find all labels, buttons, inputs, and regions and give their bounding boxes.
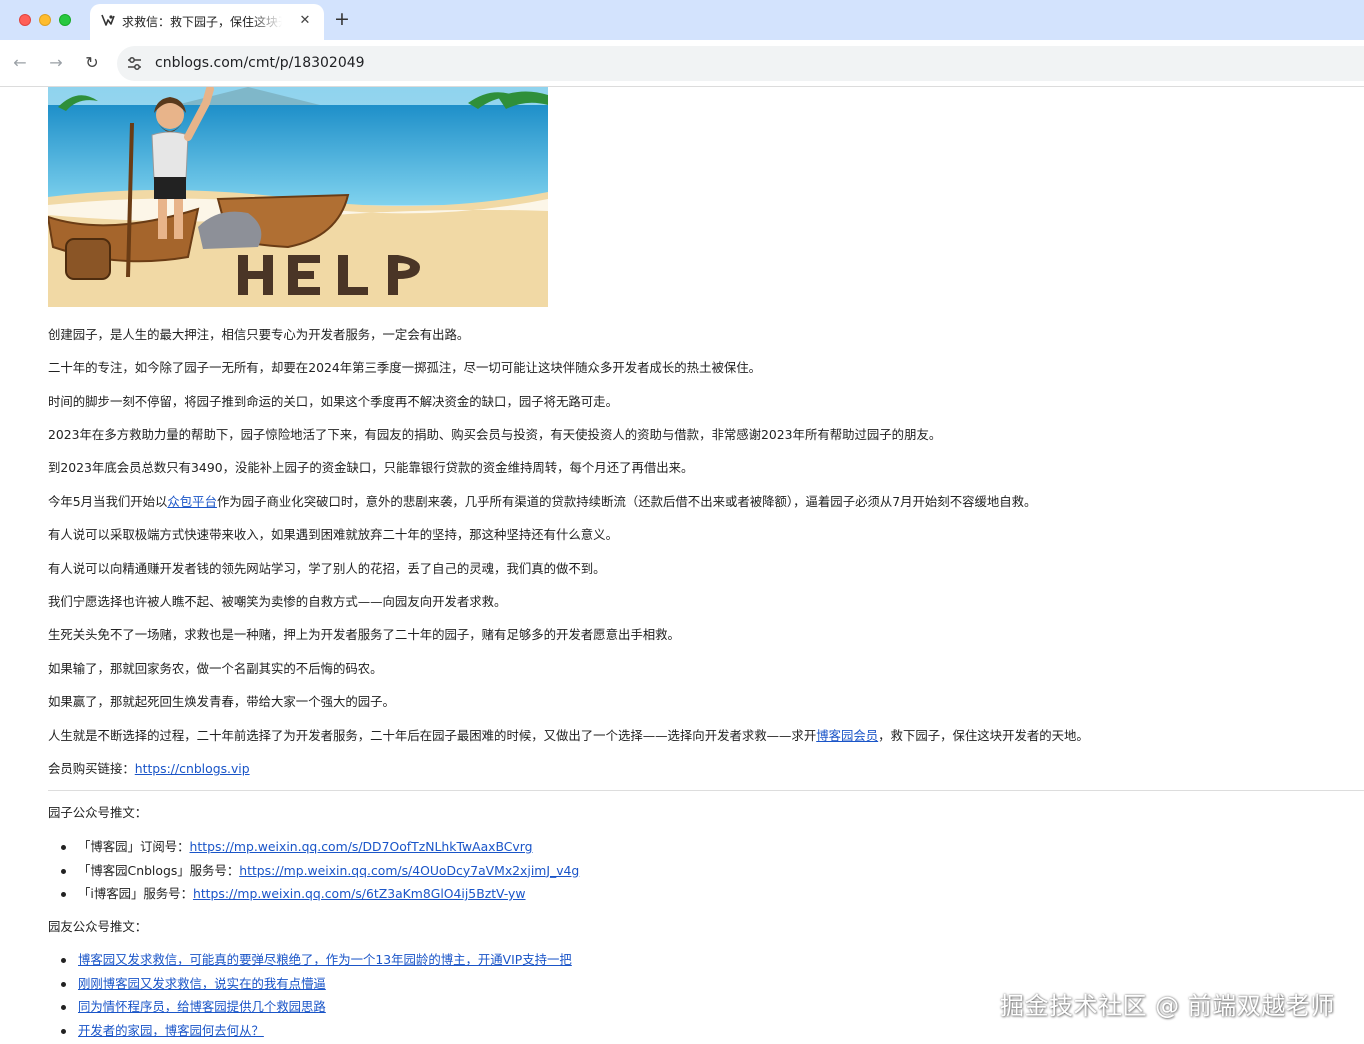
reload-button[interactable]: ↻ [81, 52, 103, 74]
list-item: 「i博客园」服务号：https://mp.weixin.qq.com/s/6tZ… [48, 886, 579, 910]
official-accounts-list: 「博客园」订阅号：https://mp.weixin.qq.com/s/DD7O… [48, 839, 579, 910]
window-close-button[interactable] [19, 14, 31, 26]
paragraph: 到2023年底会员总数只有3490，没能补上园子的资金缺口，只能靠银行贷款的资金… [48, 460, 694, 475]
address-bar[interactable]: cnblogs.com/cmt/p/18302049 [117, 46, 1364, 81]
cnblogs-favicon-icon [101, 14, 115, 26]
purchase-link-line: 会员购买链接：https://cnblogs.vip [48, 761, 250, 777]
paragraph-text: 今年5月当我们开始以 [48, 494, 168, 509]
list-item: 同为情怀程序员，给博客园提供几个救园思路 [48, 999, 572, 1023]
official-account-link[interactable]: https://mp.weixin.qq.com/s/6tZ3aKm8GlO4i… [193, 886, 526, 901]
crowdsourcing-platform-link[interactable]: 众包平台 [167, 494, 217, 509]
url-text[interactable]: cnblogs.com/cmt/p/18302049 [155, 55, 365, 71]
purchase-link-label: 会员购买链接： [48, 761, 135, 776]
watermark-text: 掘金技术社区 @ 前端双越老师 [1000, 992, 1335, 1020]
site-settings-icon[interactable] [126, 55, 143, 72]
paragraph: 创建园子，是人生的最大押注，相信只要专心为开发者服务，一定会有出路。 [48, 327, 470, 342]
paragraph: 生死关头免不了一场赌，求救也是一种赌，押上为开发者服务了二十年的园子，赌有足够多… [48, 627, 680, 642]
list-item-label: 「i博客园」服务号： [78, 886, 193, 901]
list-item: 开发者的家园，博客园何去何从？ [48, 1023, 572, 1044]
tab-title: 求救信：救下园子，保住这块开发者的天地 [122, 15, 282, 29]
list-item: 博客园又发求救信，可能真的要弹尽粮绝了，作为一个13年园龄的博主，开通VIP支持… [48, 952, 572, 976]
castaway-help-illustration-icon [48, 87, 548, 307]
paragraph: 我们宁愿选择也许被人瞧不起、被嘲笑为卖惨的自救方式——向园友向开发者求救。 [48, 594, 507, 609]
paragraph-text: ，救下园子，保住这块开发者的天地。 [878, 728, 1089, 743]
new-tab-button[interactable]: + [332, 9, 352, 29]
friend-post-link[interactable]: 刚刚博客园又发求救信，说实在的我有点懵逼 [78, 976, 326, 991]
paragraph: 时间的脚步一刻不停留，将园子推到命运的关口，如果这个季度再不解决资金的缺口，园子… [48, 394, 618, 409]
active-tab[interactable]: 求救信：救下园子，保住这块开发者的天地 ✕ [90, 4, 324, 40]
official-account-link[interactable]: https://mp.weixin.qq.com/s/4OUoDcy7aVMx2… [239, 863, 579, 878]
paragraph-text: 人生就是不断选择的过程，二十年前选择了为开发者服务，二十年后在园子最困难的时候，… [48, 728, 817, 743]
friends-posts-heading: 园友公众号推文： [48, 919, 148, 934]
paragraph: 2023年在多方救助力量的帮助下，园子惊险地活了下来，有园友的捐助、购买会员与投… [48, 427, 942, 442]
paragraph: 有人说可以采取极端方式快速带来收入，如果遇到困难就放弃二十年的坚持，那这种坚持还… [48, 527, 618, 542]
official-account-link[interactable]: https://mp.weixin.qq.com/s/DD7OofTzNLhkT… [190, 839, 533, 854]
paragraph: 有人说可以向精通赚开发者钱的领先网站学习，学了别人的花招，丢了自己的灵魂，我们真… [48, 561, 606, 576]
tab-close-icon[interactable]: ✕ [296, 12, 314, 30]
paragraph-membership: 人生就是不断选择的过程，二十年前选择了为开发者服务，二十年后在园子最困难的时候，… [48, 728, 1089, 744]
list-item-label: 「博客园Cnblogs」服务号： [78, 862, 240, 878]
browser-tab-strip: 求救信：救下园子，保住这块开发者的天地 ✕ + [0, 0, 1364, 40]
official-accounts-heading: 园子公众号推文： [48, 805, 148, 820]
paragraph-crowdsourcing: 今年5月当我们开始以众包平台作为园子商业化突破口时，意外的悲剧来袭，几乎所有渠道… [48, 494, 1036, 510]
window-maximize-button[interactable] [59, 14, 71, 26]
membership-link[interactable]: 博客园会员 [816, 728, 878, 743]
paragraph-text: 作为园子商业化突破口时，意外的悲剧来袭，几乎所有渠道的贷款持续断流（还款后借不出… [216, 494, 1037, 509]
back-button[interactable]: ← [9, 52, 31, 74]
paragraph: 如果输了，那就回家务农，做一个名副其实的不后悔的码农。 [48, 661, 383, 676]
divider [48, 790, 1364, 791]
paragraph: 二十年的专注，如今除了园子一无所有，却要在2024年第三季度一掷孤注，尽一切可能… [48, 360, 762, 375]
list-item: 「博客园」订阅号：https://mp.weixin.qq.com/s/DD7O… [48, 839, 579, 863]
list-item: 刚刚博客园又发求救信，说实在的我有点懵逼 [48, 976, 572, 1000]
list-item: 「博客园Cnblogs」服务号：https://mp.weixin.qq.com… [48, 863, 579, 887]
window-minimize-button[interactable] [39, 14, 51, 26]
friend-post-link[interactable]: 同为情怀程序员，给博客园提供几个救园思路 [78, 999, 326, 1014]
purchase-link[interactable]: https://cnblogs.vip [135, 761, 250, 776]
friends-posts-list: 博客园又发求救信，可能真的要弹尽粮绝了，作为一个13年园龄的博主，开通VIP支持… [48, 952, 572, 1044]
paragraph: 如果赢了，那就起死回生焕发青春，带给大家一个强大的园子。 [48, 694, 395, 709]
friend-post-link[interactable]: 开发者的家园，博客园何去何从？ [78, 1023, 264, 1038]
list-item-label: 「博客园」订阅号： [78, 839, 190, 854]
forward-button[interactable]: → [45, 52, 67, 74]
browser-toolbar: ← → ↻ cnblogs.com/cmt/p/18302049 [0, 40, 1364, 87]
friend-post-link[interactable]: 博客园又发求救信，可能真的要弹尽粮绝了，作为一个13年园龄的博主，开通VIP支持… [78, 952, 572, 967]
